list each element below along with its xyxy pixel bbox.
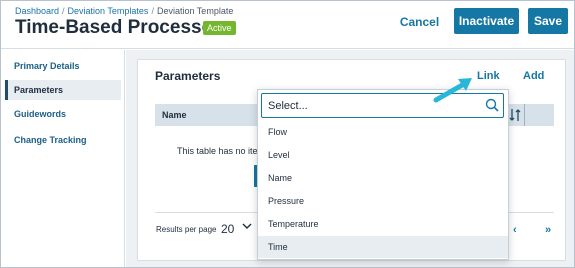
status-badge: Active	[203, 21, 236, 35]
column-divider	[524, 104, 525, 126]
sidebar: Primary Details Parameters Guidewords Ch…	[1, 50, 125, 267]
chevron-down-icon	[242, 221, 252, 234]
breadcrumb-separator: /	[151, 6, 154, 16]
column-header-name[interactable]: Name	[162, 110, 187, 120]
dropdown-option-temperature[interactable]: Temperature	[258, 213, 508, 235]
add-button[interactable]: Add	[523, 70, 544, 82]
sidebar-item-guidewords[interactable]: Guidewords	[5, 104, 121, 124]
breadcrumb-deviation-templates[interactable]: Deviation Templates	[68, 6, 149, 16]
search-icon	[484, 97, 500, 113]
results-per-page-value: 20	[221, 222, 235, 236]
dropdown-option-pressure[interactable]: Pressure	[258, 190, 508, 212]
page-title: Time-Based Processes	[15, 17, 223, 38]
sidebar-item-primary-details[interactable]: Primary Details	[5, 56, 121, 76]
breadcrumb-dashboard[interactable]: Dashboard	[15, 6, 59, 16]
dropdown-option-flow[interactable]: Flow	[258, 121, 508, 143]
inactivate-button[interactable]: Inactivate	[454, 8, 519, 34]
results-per-page-label: Results per page	[156, 225, 217, 234]
breadcrumb: Dashboard / Deviation Templates / Deviation …	[15, 6, 233, 16]
pager-previous-button[interactable]: ‹	[513, 224, 517, 236]
card-title: Parameters	[155, 69, 221, 83]
breadcrumb-separator: /	[62, 6, 65, 16]
empty-table-message: This table has no items	[177, 146, 261, 156]
dropdown-option-time[interactable]: Time	[258, 236, 508, 258]
dropdown-option-level[interactable]: Level	[258, 144, 508, 166]
breadcrumb-current: Deviation Template	[156, 6, 234, 16]
cancel-button[interactable]: Cancel	[397, 10, 442, 34]
save-button[interactable]: Save	[528, 8, 568, 34]
dropdown-option-name[interactable]: Name	[258, 167, 508, 189]
results-per-page-select[interactable]: 20	[216, 219, 258, 239]
sidebar-item-parameters[interactable]: Parameters	[5, 80, 121, 100]
pointer-arrow-icon	[432, 74, 482, 104]
pager-last-button[interactable]: »	[545, 224, 551, 236]
sidebar-item-change-tracking[interactable]: Change Tracking	[5, 130, 121, 150]
sort-icon[interactable]	[509, 107, 521, 123]
